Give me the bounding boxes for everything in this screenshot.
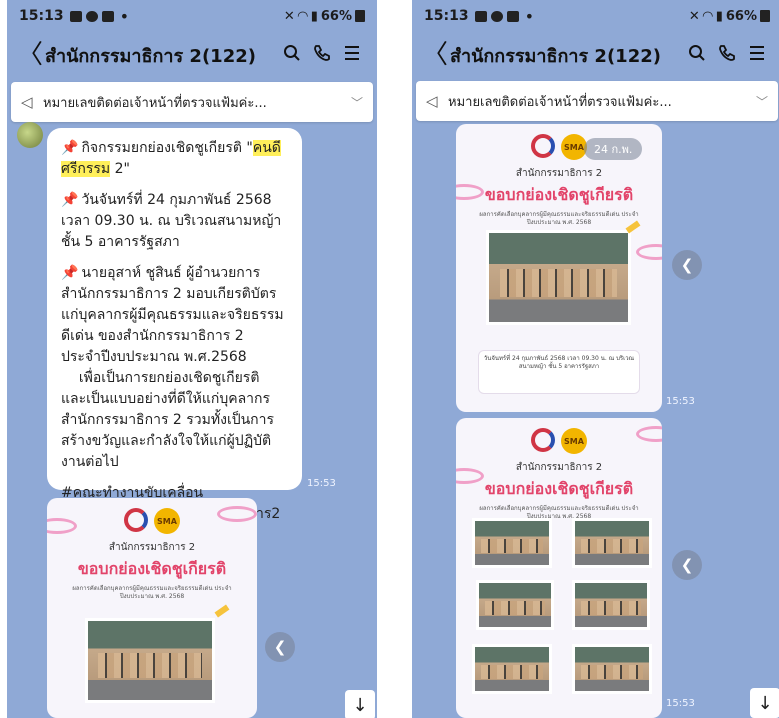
group-photo	[472, 518, 552, 568]
poster-title: ขอบกย่องเชิดชูเกียรติ	[484, 479, 634, 498]
search-icon[interactable]	[682, 44, 712, 67]
menu-icon[interactable]	[337, 44, 367, 66]
pencil-icon	[214, 604, 230, 618]
messenger-icon	[490, 10, 503, 22]
message-bubble[interactable]: 📌 กิจกรรมยกย่องเชิดชูเกียรติ "คนดีศรีกรรม…	[47, 128, 302, 522]
gmail-icon	[506, 10, 519, 22]
gallery-icon	[69, 10, 82, 22]
chat-title[interactable]: สำนักกรรมาธิการ 2(122)	[450, 41, 682, 70]
message-time: 15:53	[666, 396, 695, 407]
announcement-bar[interactable]: ◁ หมายเลขติดต่อเจ้าหน้าที่ตรวจแฟ้มค่ะ...…	[11, 82, 373, 122]
message-time: 15:53	[666, 698, 695, 709]
group-photo	[472, 644, 552, 694]
poster-subtitle: ผลการคัดเลือกบุคลากรผู้มีคุณธรรมและจริยธ…	[72, 585, 232, 600]
group-photo	[85, 618, 215, 703]
group-photo	[572, 644, 652, 694]
group-photo	[476, 580, 554, 630]
back-button[interactable]: 〈	[422, 42, 450, 68]
logo-icon	[531, 428, 555, 452]
chevron-down-icon[interactable]: ﹀	[756, 93, 768, 110]
messenger-icon	[85, 10, 98, 22]
chevron-down-icon[interactable]: ﹀	[351, 94, 363, 111]
share-icon[interactable]: ❮	[672, 550, 702, 580]
logo-badge-icon: SMA	[154, 508, 180, 534]
gmail-icon	[101, 10, 114, 22]
chat-header: 〈 สำนักกรรมาธิการ 2(122)	[7, 32, 377, 78]
mute-icon: ✕	[688, 8, 700, 24]
pushpin-icon: 📌	[61, 265, 79, 281]
back-button[interactable]: 〈	[17, 42, 45, 68]
wifi-icon: ◠	[297, 8, 308, 24]
mute-icon: ✕	[283, 8, 295, 24]
logo-badge-icon: SMA	[561, 428, 587, 454]
poster-org: สำนักกรรมาธิการ 2	[515, 168, 603, 179]
poster-title: ขอบกย่องเชิดชูเกียรติ	[77, 559, 227, 578]
group-photo	[486, 230, 631, 325]
gallery-icon	[474, 10, 487, 22]
image-message[interactable]: SMA สำนักกรรมาธิการ 2 ขอบกย่องเชิดชูเกีย…	[456, 124, 662, 412]
down-arrow-icon[interactable]: ↓	[750, 688, 779, 718]
logo-icon	[531, 134, 555, 158]
phone-screen-left: 15:13 • ✕ ◠ ▮ 66% 〈 สำนักกรรมาธิการ 2(12…	[7, 0, 377, 718]
phone-icon[interactable]	[712, 44, 742, 67]
logo-row: SMA	[456, 428, 662, 454]
pushpin-icon: 📌	[61, 192, 79, 208]
group-photo	[572, 580, 650, 630]
logo-icon	[124, 508, 148, 532]
announcement-text: หมายเลขติดต่อเจ้าหน้าที่ตรวจแฟ้มค่ะ...	[448, 94, 672, 110]
share-icon[interactable]: ❮	[265, 632, 295, 662]
notification-dot: •	[119, 6, 130, 26]
signal-icon: ▮	[715, 8, 723, 24]
wifi-icon: ◠	[702, 8, 713, 24]
message-time: 15:53	[307, 478, 336, 489]
battery-text: 66%	[320, 8, 352, 24]
notification-dot: •	[524, 6, 535, 26]
message-line: 📌 วันจันทร์ที่ 24 กุมภาพันธ์ 2568 เวลา 09…	[61, 192, 282, 250]
image-message[interactable]: SMA สำนักกรรมาธิการ 2 ขอบกย่องเชิดชูเกีย…	[47, 498, 257, 718]
decoration	[217, 506, 257, 522]
poster-title: ขอบกย่องเชิดชูเกียรติ	[484, 185, 634, 204]
date-pill: 24 ก.พ.	[584, 138, 643, 160]
announcement-bar[interactable]: ◁ หมายเลขติดต่อเจ้าหน้าที่ตรวจแฟ้มค่ะ...…	[416, 81, 778, 121]
avatar[interactable]	[17, 122, 43, 148]
battery-icon	[355, 10, 365, 22]
signal-icon: ▮	[310, 8, 318, 24]
image-message[interactable]: SMA สำนักกรรมาธิการ 2 ขอบกย่องเชิดชูเกีย…	[456, 418, 662, 718]
search-icon[interactable]	[277, 44, 307, 67]
pushpin-icon: 📌	[61, 140, 79, 156]
megaphone-icon: ◁	[426, 92, 438, 110]
status-time: 15:13	[19, 8, 64, 24]
chat-title[interactable]: สำนักกรรมาธิการ 2(122)	[45, 41, 277, 70]
share-icon[interactable]: ❮	[672, 250, 702, 280]
decoration	[636, 244, 662, 260]
announcement-text: หมายเลขติดต่อเจ้าหน้าที่ตรวจแฟ้มค่ะ...	[43, 95, 267, 111]
message-line: 📌 นายอุสาห์ ชูสินธ์ ผู้อำนวยการสำนักกรรมา…	[61, 265, 284, 470]
down-arrow-icon[interactable]: ↓	[345, 690, 375, 718]
poster-org: สำนักกรรมาธิการ 2	[515, 462, 603, 473]
chat-header: 〈 สำนักกรรมาธิการ 2(122)	[412, 32, 779, 78]
group-photo	[572, 518, 652, 568]
phone-icon[interactable]	[307, 44, 337, 67]
battery-text: 66%	[725, 8, 757, 24]
status-right: ✕ ◠ ▮ 66%	[284, 9, 365, 24]
poster-org: สำนักกรรมาธิการ 2	[108, 542, 196, 553]
status-right: ✕ ◠ ▮ 66%	[689, 9, 770, 24]
megaphone-icon: ◁	[21, 93, 33, 111]
status-time: 15:13	[424, 8, 469, 24]
battery-icon	[760, 10, 770, 22]
message-line: 📌 กิจกรรมยกย่องเชิดชูเกียรติ "คนดีศรีกรรม…	[61, 140, 281, 177]
phone-screen-right: 15:13 • ✕ ◠ ▮ 66% 〈 สำนักกรรมาธิการ 2(12…	[412, 0, 779, 718]
status-bar: 15:13 • ✕ ◠ ▮ 66%	[412, 0, 779, 32]
status-bar: 15:13 • ✕ ◠ ▮ 66%	[7, 0, 377, 32]
poster-info: วันจันทร์ที่ 24 กุมภาพันธ์ 2568 เวลา 09.…	[478, 350, 640, 394]
menu-icon[interactable]	[742, 44, 772, 66]
